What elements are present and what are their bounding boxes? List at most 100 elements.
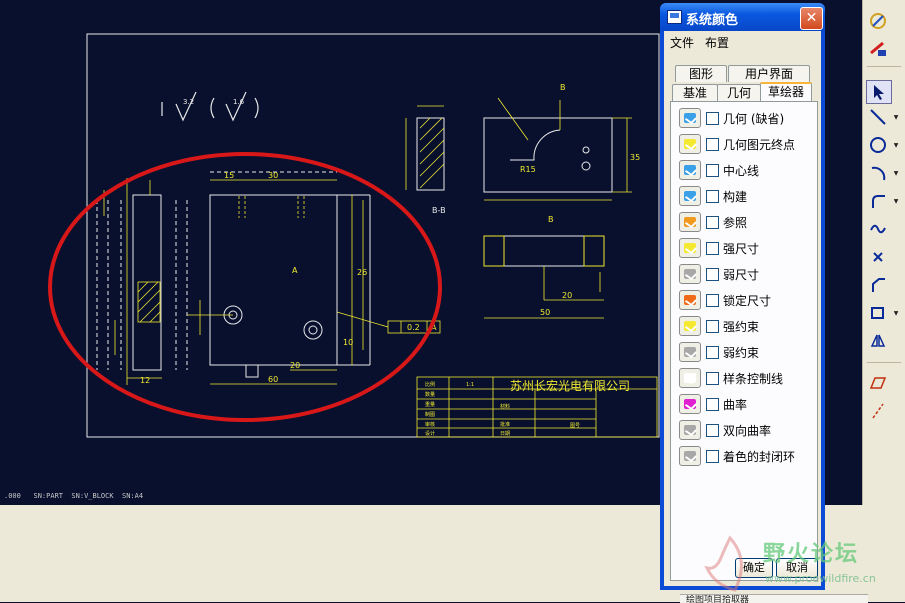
tab-sketcher[interactable]: 草绘器 (760, 82, 812, 101)
color-row[interactable]: 几何 (缺省) (679, 108, 817, 128)
color-item-label: 弱尺寸 (723, 268, 760, 282)
menu-file[interactable]: 文件 (670, 34, 694, 51)
tab-datum[interactable]: 基准 (672, 84, 718, 101)
color-row[interactable]: 参照 (679, 212, 817, 232)
color-row[interactable]: 样条控制线 (679, 368, 817, 388)
row-checkbox[interactable] (706, 112, 719, 125)
color-row[interactable]: 着色的封闭环 (679, 446, 817, 466)
svg-text:30: 30 (268, 171, 278, 180)
line-dropdown[interactable]: ▼ (892, 106, 900, 128)
row-checkbox[interactable] (706, 190, 719, 203)
row-checkbox[interactable] (706, 164, 719, 177)
color-item-label: 弱约束 (723, 346, 760, 360)
dialog-title-bar[interactable]: 系统颜色 ✕ (660, 3, 825, 31)
color-row[interactable]: 曲率 (679, 394, 817, 414)
row-checkbox[interactable] (706, 398, 719, 411)
row-checkbox[interactable] (706, 320, 719, 333)
parallelogram-icon[interactable] (866, 372, 890, 394)
arc-dropdown[interactable]: ▼ (892, 162, 900, 184)
svg-text:制图: 制图 (425, 411, 435, 418)
row-checkbox[interactable] (706, 372, 719, 385)
color-swatch-button[interactable] (679, 134, 701, 154)
row-checkbox[interactable] (706, 268, 719, 281)
circle-icon[interactable] (866, 134, 890, 156)
line-icon[interactable] (866, 106, 890, 128)
watermark-text: 野火论坛 (763, 542, 860, 567)
color-swatch-button[interactable] (679, 420, 701, 440)
row-checkbox[interactable] (706, 346, 719, 359)
tab-graphics[interactable]: 图形 (675, 65, 727, 82)
color-swatch-button[interactable] (679, 186, 701, 206)
color-row[interactable]: 弱约束 (679, 342, 817, 362)
color-swatch-button[interactable] (679, 394, 701, 414)
system-colors-dialog: 系统颜色 ✕ 文件 布置 图形 用户界面 基准 几何 草绘器 几何 (缺省) 几何… (660, 3, 825, 590)
color-swatch-button[interactable] (679, 264, 701, 284)
roughness-value-1: 3.2 (183, 98, 194, 106)
color-item-label: 强约束 (723, 320, 760, 334)
svg-text:日期: 日期 (500, 431, 510, 437)
color-row[interactable]: 几何图元终点 (679, 134, 817, 154)
svg-text:B: B (560, 83, 566, 92)
color-swatch-button[interactable] (679, 290, 701, 310)
color-row[interactable]: 弱尺寸 (679, 264, 817, 284)
dash-line-icon[interactable] (866, 400, 890, 422)
svg-text:图号: 图号 (570, 423, 580, 429)
color-row[interactable]: 强尺寸 (679, 238, 817, 258)
color-item-label: 几何 (缺省) (723, 112, 785, 126)
svg-text:审核: 审核 (425, 421, 435, 428)
color-item-label: 构建 (723, 190, 748, 204)
svg-text:重量: 重量 (425, 401, 435, 408)
lower-right-view (483, 235, 605, 267)
colorwheel-icon[interactable] (866, 10, 890, 32)
close-button[interactable]: ✕ (800, 7, 823, 30)
circle-dropdown[interactable]: ▼ (892, 134, 900, 156)
chamfer-icon[interactable] (866, 274, 890, 296)
palette-icon[interactable] (866, 38, 890, 60)
color-swatch-button[interactable] (679, 342, 701, 362)
color-row[interactable]: 强约束 (679, 316, 817, 336)
roughness-symbols (161, 91, 259, 122)
svg-text:设计: 设计 (425, 430, 435, 437)
color-item-label: 曲率 (723, 398, 748, 412)
menu-layout[interactable]: 布置 (705, 34, 729, 51)
roughness-value-2: 1.6 (233, 98, 245, 106)
spline-icon[interactable] (866, 218, 890, 240)
row-checkbox[interactable] (706, 294, 719, 307)
company-name: 苏州长宏光电有限公司 (510, 378, 630, 393)
rectangle-icon[interactable] (866, 302, 890, 324)
color-item-label: 双向曲率 (723, 424, 772, 438)
select-arrow-icon[interactable] (866, 80, 892, 104)
svg-text:A: A (292, 266, 298, 275)
color-swatch-button[interactable] (679, 160, 701, 180)
row-checkbox[interactable] (706, 138, 719, 151)
color-row[interactable]: 构建 (679, 186, 817, 206)
color-row[interactable]: 锁定尺寸 (679, 290, 817, 310)
color-swatch-button[interactable] (679, 446, 701, 466)
rectangle-dropdown[interactable]: ▼ (892, 302, 900, 324)
mirror-icon[interactable] (866, 330, 890, 352)
tab-geometry[interactable]: 几何 (717, 84, 761, 101)
watermark-url: www.proewildfire.cn (765, 572, 876, 585)
color-swatch-button[interactable] (679, 238, 701, 258)
color-swatch-button[interactable] (679, 108, 701, 128)
color-swatch-button[interactable] (679, 316, 701, 336)
fillet-icon[interactable] (866, 190, 890, 212)
arc-icon[interactable] (866, 162, 890, 184)
color-row[interactable]: 中心线 (679, 160, 817, 180)
tab-user-interface[interactable]: 用户界面 (728, 65, 810, 82)
color-swatch-button[interactable] (679, 212, 701, 232)
section-hatch (405, 105, 445, 190)
scroll-icon[interactable] (866, 505, 890, 527)
fillet-dropdown[interactable]: ▼ (892, 190, 900, 212)
svg-text:35: 35 (630, 153, 640, 162)
svg-text:比例: 比例 (425, 381, 435, 388)
row-checkbox[interactable] (706, 216, 719, 229)
color-swatch-button[interactable] (679, 368, 701, 388)
window-icon (667, 10, 682, 24)
row-checkbox[interactable] (706, 450, 719, 463)
row-checkbox[interactable] (706, 242, 719, 255)
color-row[interactable]: 双向曲率 (679, 420, 817, 440)
point-icon[interactable] (866, 246, 890, 268)
row-checkbox[interactable] (706, 424, 719, 437)
top-right-dims (484, 97, 632, 201)
